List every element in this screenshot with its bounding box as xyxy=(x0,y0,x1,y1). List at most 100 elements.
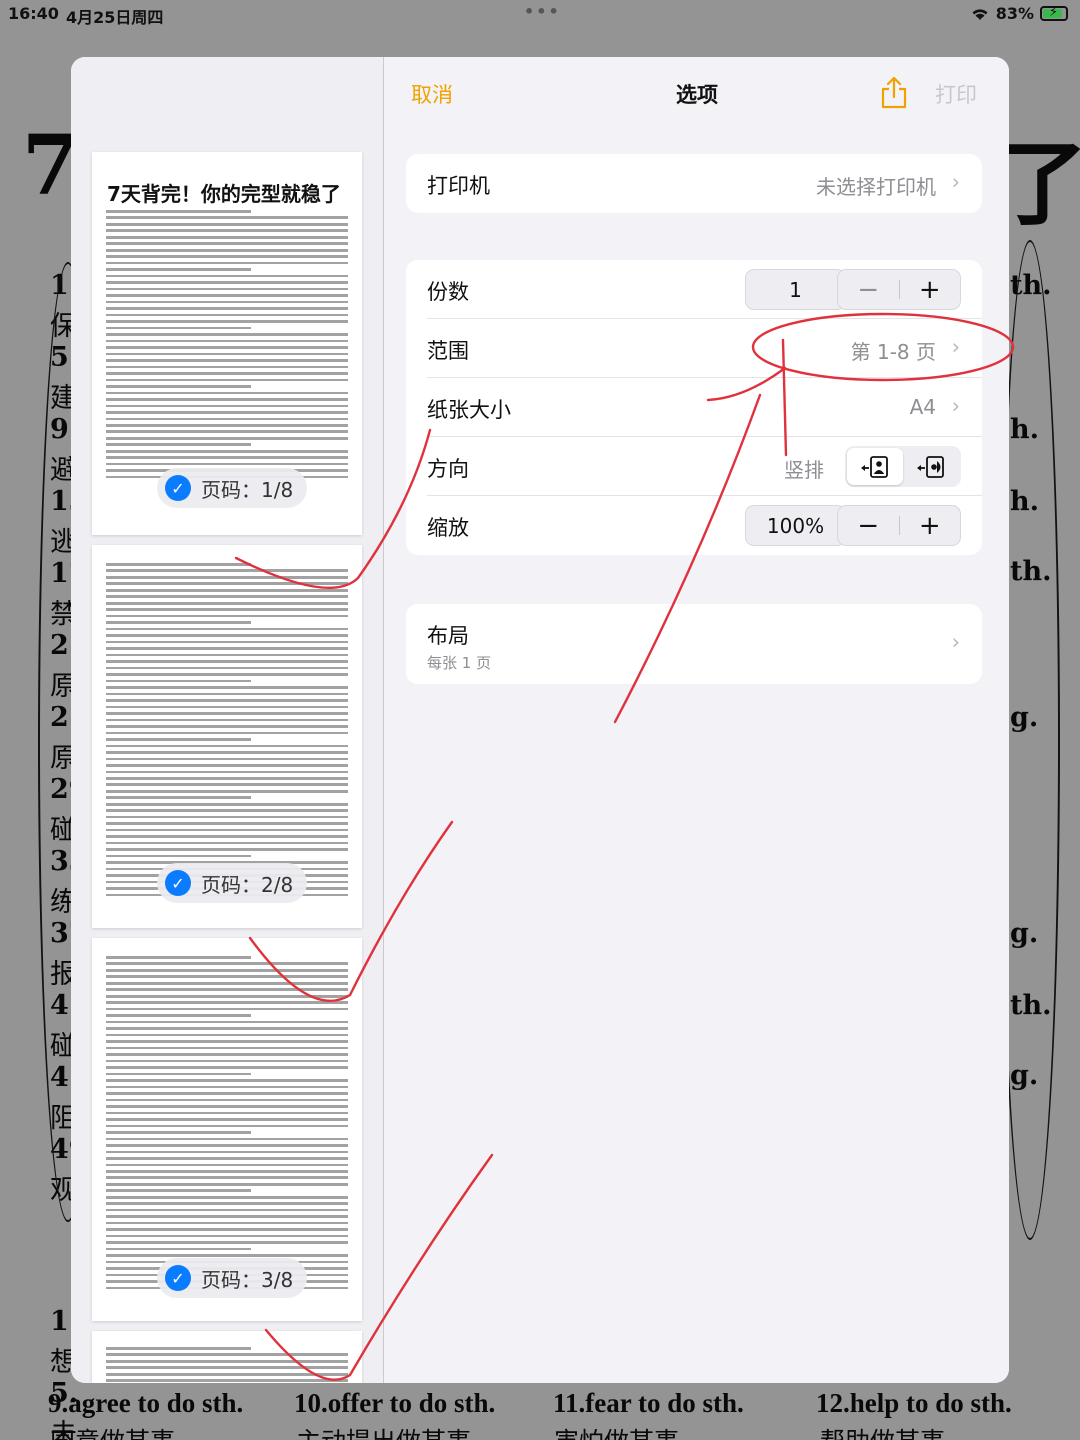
status-time: 16:40 xyxy=(8,4,59,23)
thumb-text-line xyxy=(106,835,348,838)
thumb-text xyxy=(106,1347,348,1383)
increment-button[interactable]: + xyxy=(900,270,961,309)
thumb-text-line xyxy=(106,789,348,793)
battery-percentage: 83% xyxy=(995,4,1034,23)
thumb-text-line xyxy=(106,1247,252,1251)
thumb-text-line xyxy=(106,962,348,966)
thumb-text-line xyxy=(106,666,348,670)
thumb-text-line xyxy=(106,988,348,992)
thumb-text-line xyxy=(106,404,348,408)
thumb-text-line xyxy=(106,1137,348,1141)
thumb-text-line xyxy=(106,294,348,297)
landscape-icon xyxy=(917,455,944,478)
landscape-option[interactable] xyxy=(903,448,959,485)
page-badge[interactable]: ✓ 页码：3/8 xyxy=(157,1258,308,1298)
thumb-text-line xyxy=(106,764,348,767)
page-thumbnail-1[interactable]: 7天背完！你的完型就稳了 ✓ 页码：1/8 xyxy=(92,152,362,535)
copies-field[interactable]: 1 xyxy=(745,269,846,310)
thumb-text-line xyxy=(106,307,348,310)
page-badge[interactable]: ✓ 页码：1/8 xyxy=(157,468,308,508)
thumb-text-line xyxy=(106,1347,252,1350)
wifi-icon xyxy=(972,8,988,20)
thumb-text-line xyxy=(106,1079,348,1082)
thumb-text-line xyxy=(106,320,348,323)
scale-stepper[interactable]: − + xyxy=(837,505,961,546)
layout-sub: 每张 1 页 xyxy=(427,654,492,672)
status-bar: 16:40 4月25日周四 ••• 83% ⚡ xyxy=(0,0,1080,30)
thumb-text-line xyxy=(106,981,348,985)
thumb-text-line xyxy=(106,975,348,979)
page-preview-pane[interactable]: 7天背完！你的完型就稳了 ✓ 页码：1/8 ✓ 页码：2/8 ✓ 页码：3/8 xyxy=(71,57,384,1383)
thumb-text-line xyxy=(106,346,348,349)
thumb-text-line xyxy=(106,339,348,343)
thumb-text-line xyxy=(106,783,348,787)
range-row[interactable]: 范围 第 1-8 页 › xyxy=(427,319,982,378)
checkmark-icon: ✓ xyxy=(165,870,191,896)
thumb-text-line xyxy=(106,300,348,304)
thumb-text-line xyxy=(106,1157,348,1160)
thumb-text-line xyxy=(106,588,348,592)
thumb-text-line xyxy=(106,725,348,728)
thumb-text-line xyxy=(106,1098,348,1102)
thumb-text-line xyxy=(106,660,348,663)
thumb-text-line xyxy=(106,1111,348,1115)
decrement-button[interactable]: − xyxy=(838,506,899,545)
thumb-heading: 7天背完！你的完型就稳了 xyxy=(107,182,341,206)
sheet-title: 选项 xyxy=(676,83,718,107)
page-thumbnail-4[interactable] xyxy=(92,1331,362,1383)
paper-size-value: A4 xyxy=(909,395,936,419)
multitasking-dots-icon[interactable]: ••• xyxy=(524,2,561,21)
paper-size-row[interactable]: 纸张大小 A4 › xyxy=(427,378,982,437)
copies-stepper[interactable]: − + xyxy=(837,269,961,310)
print-button[interactable]: 打印 xyxy=(935,79,977,109)
thumb-text-line xyxy=(106,216,348,220)
thumb-text-line xyxy=(106,1359,348,1363)
thumb-text-line xyxy=(106,1202,348,1205)
increment-button[interactable]: + xyxy=(900,506,961,545)
thumb-text-line xyxy=(106,436,348,440)
thumb-text-line xyxy=(106,809,348,812)
thumb-text-line xyxy=(106,1372,348,1376)
thumb-text xyxy=(106,956,348,1293)
layout-row[interactable]: 布局 每张 1 页 › xyxy=(427,604,982,684)
thumb-text-line xyxy=(106,248,348,252)
page-thumbnail-3[interactable]: ✓ 页码：3/8 xyxy=(92,938,362,1321)
thumb-text-line xyxy=(106,608,348,611)
thumb-text-line xyxy=(106,1092,348,1095)
share-icon[interactable] xyxy=(879,75,909,109)
thumb-text-line xyxy=(106,994,348,998)
thumb-text-line xyxy=(106,731,348,735)
options-navbar: 取消 选项 打印 xyxy=(385,57,1009,129)
page-thumbnail-2[interactable]: ✓ 页码：2/8 xyxy=(92,545,362,928)
thumb-text-line xyxy=(106,1215,348,1218)
orientation-value: 竖排 xyxy=(784,458,824,482)
orientation-control[interactable] xyxy=(845,446,961,487)
thumb-text-line xyxy=(106,462,348,466)
thumb-text-line xyxy=(106,1072,252,1076)
thumb-text-line xyxy=(106,653,348,657)
thumb-text-line xyxy=(106,854,252,858)
scale-row: 缩放 100% − + xyxy=(427,496,982,555)
thumb-text-line xyxy=(106,372,348,375)
thumb-text-line xyxy=(106,1366,348,1370)
thumb-text-line xyxy=(106,1020,348,1024)
thumb-text-line xyxy=(106,235,348,239)
thumb-text-line xyxy=(106,1208,348,1212)
thumb-text-line xyxy=(106,1059,348,1063)
printer-row[interactable]: 打印机 未选择打印机 › xyxy=(427,154,982,213)
page-badge-label: 页码：1/8 xyxy=(201,477,294,502)
checkmark-icon: ✓ xyxy=(165,475,191,501)
thumb-text-line xyxy=(106,326,252,330)
thumb-text-line xyxy=(106,1105,348,1108)
page-badge[interactable]: ✓ 页码：2/8 xyxy=(157,863,308,903)
thumb-text-line xyxy=(106,848,348,851)
thumb-text-line xyxy=(106,770,348,774)
range-label: 范围 xyxy=(427,339,469,363)
decrement-button[interactable]: − xyxy=(838,270,899,309)
thumb-text-line xyxy=(106,738,252,741)
thumb-text-line xyxy=(106,255,348,258)
thumb-text-line xyxy=(106,751,348,754)
thumb-text-line xyxy=(106,563,252,566)
portrait-option[interactable] xyxy=(847,448,903,485)
scale-field[interactable]: 100% xyxy=(745,505,846,546)
